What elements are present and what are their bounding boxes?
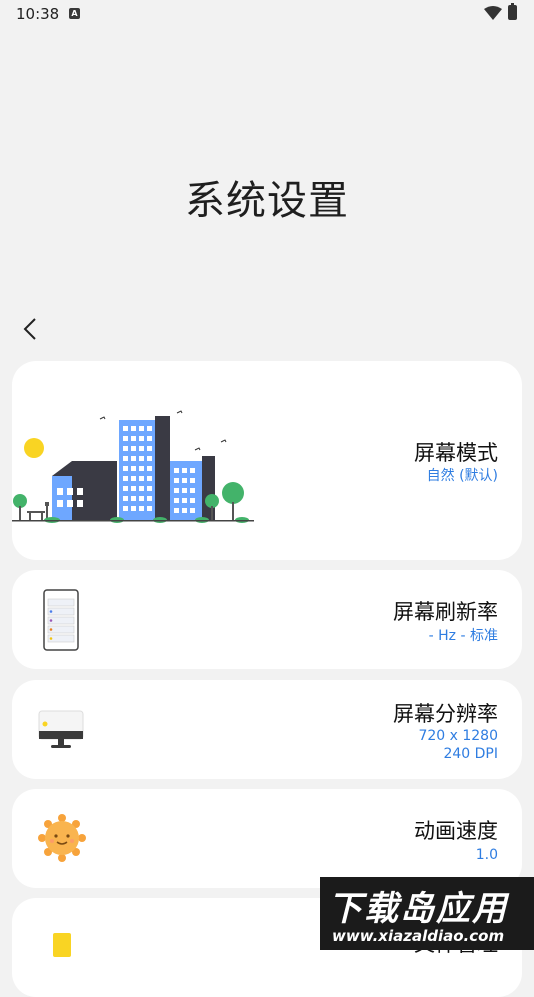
monitor-icon (38, 710, 84, 748)
card-value-dpi: 240 DPI (443, 746, 498, 762)
sun-face-icon (38, 814, 86, 862)
card-value: 自然 (默认) (426, 468, 498, 484)
watermark-logo: 下载岛应用 www.xiazaldiao.com (320, 877, 534, 950)
status-time: 10:38 (16, 5, 60, 23)
phone-list-icon (43, 589, 79, 651)
card-title: 屏幕分辨率 (393, 702, 498, 726)
card-refresh-rate[interactable]: 屏幕刷新率 - Hz - 标准 (12, 570, 522, 669)
city-illustration (12, 410, 254, 523)
card-animation-speed[interactable]: 动画速度 1.0 (12, 789, 522, 888)
file-folder-icon (53, 933, 71, 957)
card-title: 屏幕模式 (414, 441, 498, 465)
watermark-title: 下载岛应用 (328, 889, 508, 929)
status-bar: 10:38 A (0, 0, 534, 28)
watermark-url: www.xiazaldiao.com (332, 927, 505, 945)
card-value: - Hz - 标准 (428, 628, 498, 644)
back-arrow-icon[interactable] (18, 316, 44, 342)
wifi-icon (484, 6, 502, 20)
card-title: 屏幕刷新率 (393, 600, 498, 624)
page-title: 系统设置 (185, 178, 349, 224)
card-value: 720 x 1280 (418, 728, 498, 744)
card-screen-mode[interactable]: 屏幕模式 自然 (默认) (12, 361, 522, 560)
battery-icon (508, 3, 517, 20)
card-value: 1.0 (475, 847, 498, 863)
card-title: 动画速度 (414, 819, 498, 843)
card-resolution[interactable]: 屏幕分辨率 720 x 1280 240 DPI (12, 680, 522, 779)
notification-a-icon: A (69, 8, 80, 19)
